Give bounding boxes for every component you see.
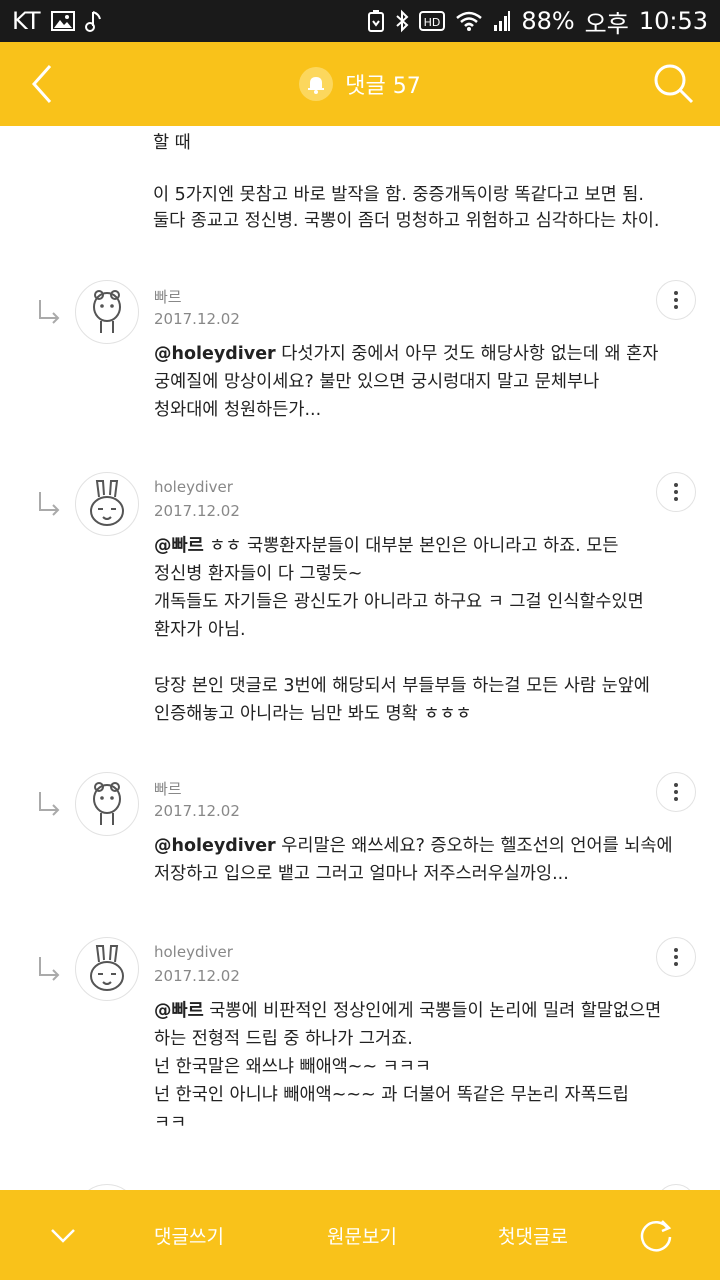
comment-date: 2017.12.02 bbox=[154, 802, 240, 820]
comments-header: 댓글 57 bbox=[0, 42, 720, 126]
comment-author[interactable]: 빠르 bbox=[154, 286, 182, 307]
comment-date: 2017.12.02 bbox=[154, 502, 240, 520]
signal-icon bbox=[493, 10, 511, 32]
rabbit-avatar-icon bbox=[90, 945, 124, 991]
wifi-icon bbox=[455, 10, 483, 32]
view-original-button[interactable]: 원문보기 bbox=[327, 1190, 397, 1280]
search-button[interactable] bbox=[650, 60, 698, 108]
more-options-button[interactable] bbox=[656, 772, 696, 812]
reply-arrow-icon bbox=[39, 957, 60, 981]
bell-icon[interactable] bbox=[299, 67, 334, 101]
comment-date: 2017.12.02 bbox=[154, 310, 240, 328]
ampm-label: 오후 bbox=[584, 9, 629, 38]
mention-link[interactable]: @holeydiver bbox=[154, 344, 276, 364]
comment-body: @holeydiver 우리말은 왜쓰세요? 증오하는 헬조선의 언어를 뇌속에… bbox=[154, 836, 673, 884]
avatar[interactable] bbox=[75, 472, 139, 536]
bluetooth-icon bbox=[395, 9, 409, 33]
avatar[interactable] bbox=[75, 280, 139, 344]
comment-list[interactable]: 할 때 이 5가지엔 못참고 바로 발작을 함. 중증개독이랑 똑같다고 보면 … bbox=[0, 126, 720, 1190]
more-options-button[interactable] bbox=[656, 937, 696, 977]
status-bar: KT HD 88% 오후 10:53 bbox=[0, 0, 720, 42]
avatar[interactable] bbox=[75, 937, 139, 1001]
comment-line: 할 때 bbox=[153, 133, 191, 153]
hd-voice-icon: HD bbox=[419, 11, 446, 31]
mention-link[interactable]: @빠르 bbox=[154, 1001, 204, 1021]
search-icon bbox=[654, 64, 694, 104]
comment-author[interactable]: 빠르 bbox=[154, 778, 182, 799]
comment-date: 2017.12.02 bbox=[154, 967, 240, 985]
battery-percent: 88% bbox=[521, 7, 575, 35]
battery-saver-icon bbox=[367, 9, 385, 33]
avatar[interactable] bbox=[75, 772, 139, 836]
reply-arrow-icon bbox=[39, 300, 60, 324]
more-options-button[interactable] bbox=[656, 472, 696, 512]
reply-arrow-icon bbox=[39, 492, 60, 516]
svg-text:HD: HD bbox=[424, 16, 441, 29]
reply-arrow-icon bbox=[39, 792, 60, 816]
bear-avatar-icon bbox=[93, 782, 121, 825]
carrier-label: KT bbox=[12, 7, 41, 35]
comment-body: @빠르 국뽕에 비판적인 정상인에게 국뽕들이 논리에 밀려 할말없으면 하는 … bbox=[154, 1001, 662, 1133]
header-title-group: 댓글 57 bbox=[0, 42, 720, 126]
comment-body: @holeydiver 다섯가지 중에서 아무 것도 해당사항 없는데 왜 혼자… bbox=[154, 344, 659, 420]
refresh-icon[interactable] bbox=[638, 1217, 674, 1253]
mention-link[interactable]: @holeydiver bbox=[154, 836, 276, 856]
bottom-toolbar: 댓글쓰기 원문보기 첫댓글로 bbox=[0, 1190, 720, 1280]
first-comment-button[interactable]: 첫댓글로 bbox=[498, 1190, 568, 1280]
comment-line: 이 5가지엔 못참고 바로 발작을 함. 중증개독이랑 똑같다고 보면 됨. bbox=[153, 185, 644, 205]
previous-comment-body: 할 때 이 5가지엔 못참고 바로 발작을 함. 중증개독이랑 똑같다고 보면 … bbox=[153, 130, 693, 234]
gallery-icon bbox=[50, 10, 75, 32]
rabbit-avatar-icon bbox=[90, 480, 124, 526]
more-options-button[interactable] bbox=[656, 280, 696, 320]
comment-author[interactable]: holeydiver bbox=[154, 478, 233, 496]
write-comment-button[interactable]: 댓글쓰기 bbox=[154, 1190, 224, 1280]
comment-author[interactable]: holeydiver bbox=[154, 943, 233, 961]
comment-line: 둘다 종교고 정신병. 국뽕이 좀더 멍청하고 위험하고 심각하다는 차이. bbox=[153, 211, 660, 231]
page-title: 댓글 57 bbox=[345, 74, 421, 99]
comment-body: @빠르 ㅎㅎ 국뽕환자분들이 대부분 본인은 아니라고 하죠. 모든 정신병 환… bbox=[154, 536, 650, 724]
bear-avatar-icon bbox=[93, 290, 121, 333]
mention-link[interactable]: @빠르 bbox=[154, 536, 204, 556]
clock: 10:53 bbox=[638, 7, 708, 35]
chevron-down-icon[interactable] bbox=[46, 1220, 80, 1250]
music-note-icon bbox=[84, 9, 103, 33]
